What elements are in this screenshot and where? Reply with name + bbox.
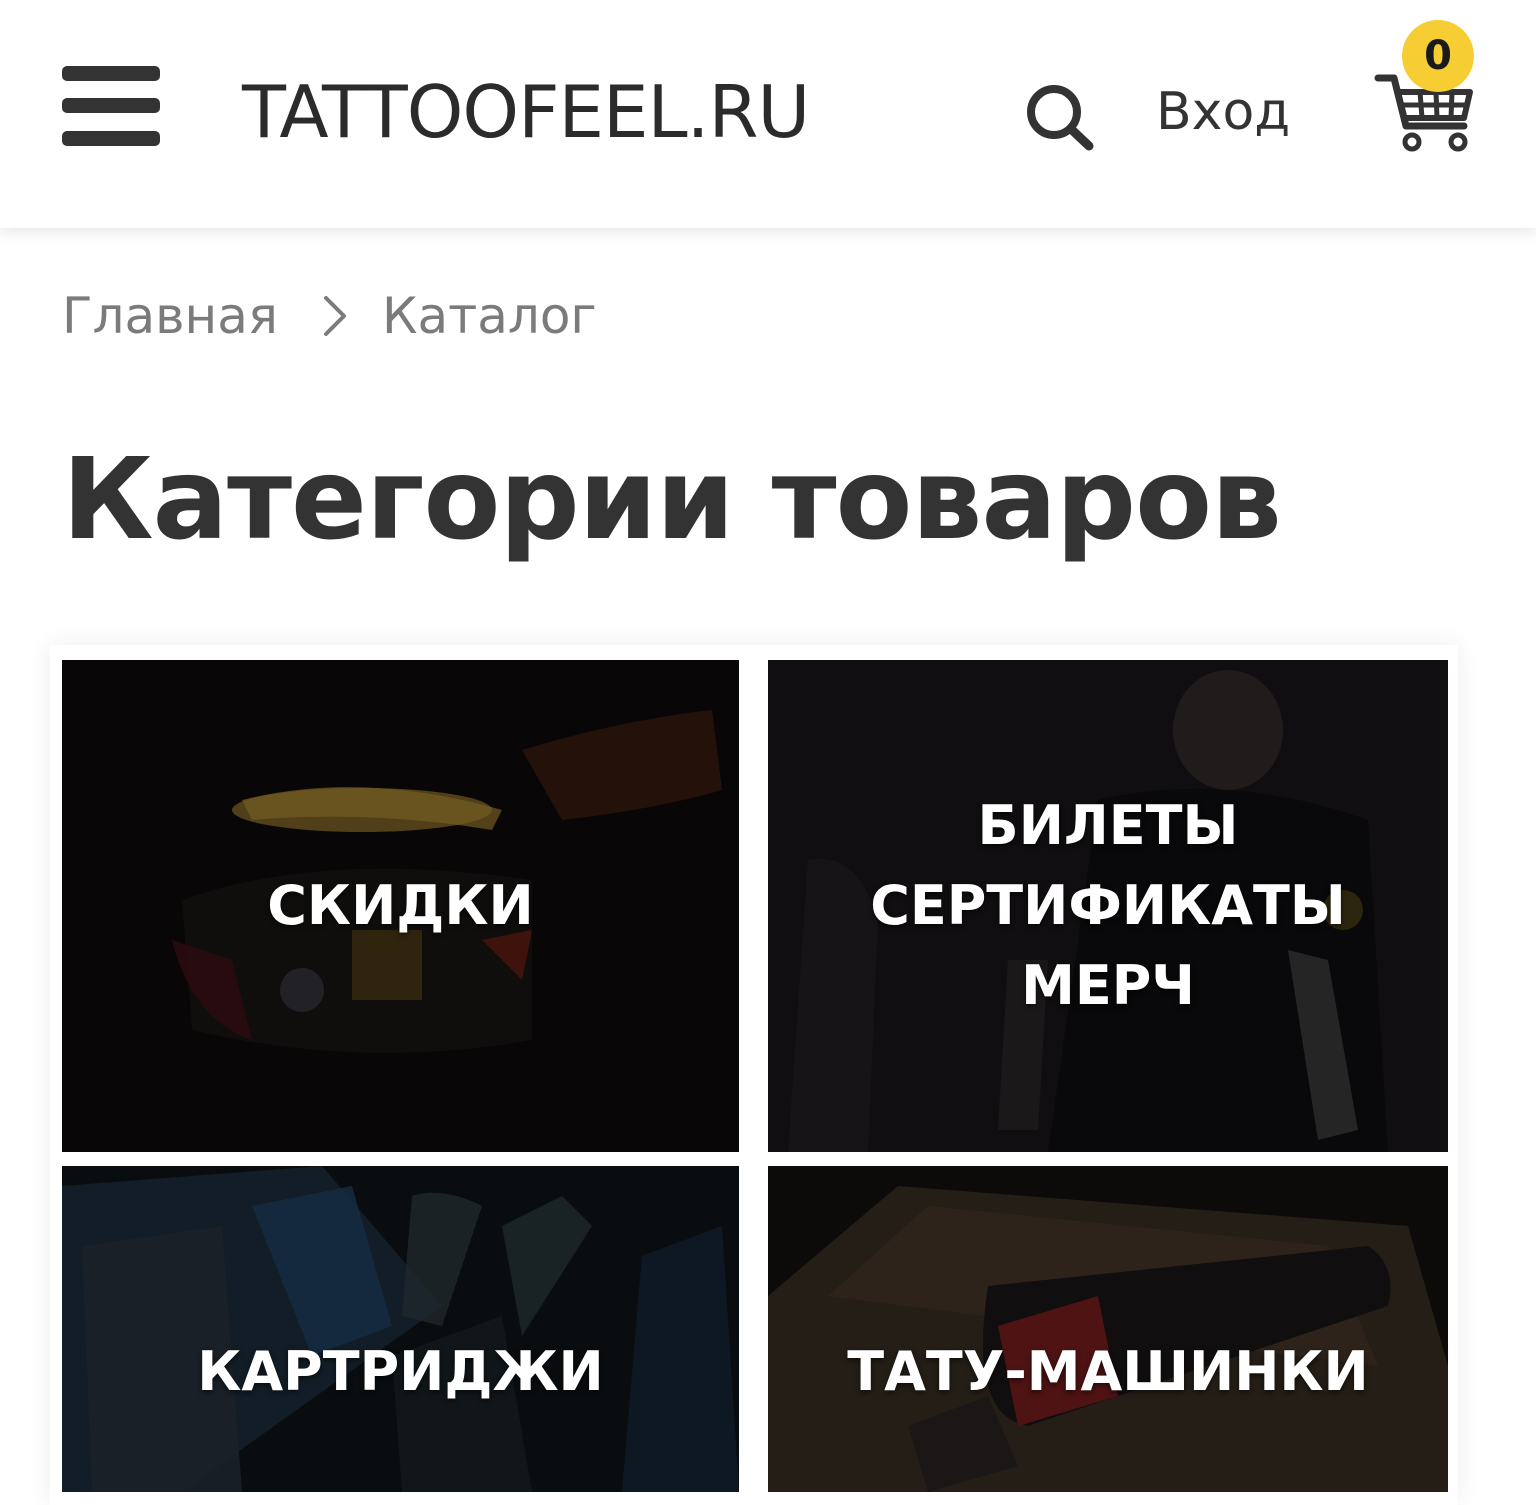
tile-background-image xyxy=(62,1166,739,1492)
breadcrumb-catalog[interactable]: Каталог xyxy=(382,287,597,345)
search-icon[interactable] xyxy=(1022,80,1096,154)
category-label: СКИДКИ xyxy=(267,866,533,946)
category-tile-tickets[interactable]: БИЛЕТЫ СЕРТИФИКАТЫ МЕРЧ xyxy=(768,660,1448,1152)
category-name: ТАТУ-МАШИНКИ xyxy=(847,1340,1369,1403)
category-name: МЕРЧ xyxy=(1021,954,1195,1017)
menu-icon[interactable] xyxy=(62,64,160,148)
menu-bar xyxy=(62,98,160,113)
category-name: СЕРТИФИКАТЫ xyxy=(870,874,1346,937)
breadcrumb-home[interactable]: Главная xyxy=(62,287,278,345)
site-logo[interactable]: TATTOOFEEL.RU xyxy=(242,72,810,152)
category-tile-discounts[interactable]: СКИДКИ xyxy=(62,660,739,1152)
chevron-right-icon xyxy=(322,294,348,338)
tile-background-image xyxy=(768,1166,1448,1492)
category-tile-tattoo-machines[interactable]: ТАТУ-МАШИНКИ xyxy=(768,1166,1448,1492)
site-header: TATTOOFEEL.RU Вход xyxy=(0,0,1536,228)
page-title: Категории товаров xyxy=(62,435,1282,565)
category-name: БИЛЕТЫ xyxy=(977,794,1239,857)
menu-bar xyxy=(62,66,160,81)
category-label: БИЛЕТЫ СЕРТИФИКАТЫ МЕРЧ xyxy=(870,786,1346,1026)
category-name: СКИДКИ xyxy=(267,874,534,937)
category-name: КАРТРИДЖИ xyxy=(197,1340,604,1403)
cart-count-badge[interactable]: 0 xyxy=(1402,20,1474,92)
menu-bar xyxy=(62,131,160,146)
category-tile-cartridges[interactable]: КАРТРИДЖИ xyxy=(62,1166,739,1492)
category-label: ТАТУ-МАШИНКИ xyxy=(847,1332,1368,1412)
category-label: КАРТРИДЖИ xyxy=(197,1332,604,1412)
breadcrumb: Главная Каталог xyxy=(62,284,597,348)
login-link[interactable]: Вход xyxy=(1156,80,1290,144)
